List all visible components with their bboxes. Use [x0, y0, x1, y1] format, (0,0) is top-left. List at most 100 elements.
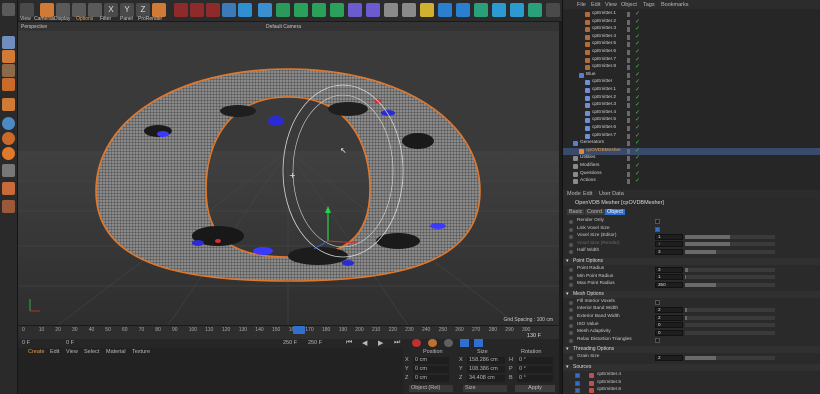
camera-label[interactable]: Default Camera	[266, 24, 301, 30]
attribute-value-field[interactable]: 0	[655, 322, 683, 329]
visibility-dots-icon[interactable]	[627, 103, 630, 109]
model-mode-icon[interactable]	[2, 50, 15, 63]
render-region-icon[interactable]	[190, 3, 204, 17]
attribute-value-field[interactable]: 3	[655, 248, 683, 255]
enabled-check-icon[interactable]: ✓	[635, 124, 640, 131]
attr-menu-edit[interactable]: Edit	[583, 191, 592, 197]
attribute-value-field[interactable]: 1	[655, 274, 683, 281]
enabled-check-icon[interactable]: ✓	[635, 170, 640, 177]
snap-icon[interactable]	[2, 147, 15, 160]
attribute-value-field[interactable]: 2	[655, 306, 683, 313]
object-tree-item[interactable]: Blue ✓	[563, 72, 820, 79]
visibility-dots-icon[interactable]	[627, 156, 630, 162]
attr-menu-mode[interactable]: Mode	[567, 191, 581, 197]
enabled-check-icon[interactable]: ✓	[635, 109, 640, 116]
start-frame-field[interactable]: 0 F	[22, 340, 30, 346]
xparticles-emitter-icon[interactable]	[438, 3, 452, 17]
collapse-arrow-icon[interactable]: ▾	[566, 291, 569, 297]
coord-position-field[interactable]: 0 cm	[413, 375, 449, 382]
timeline[interactable]: 0102030405060708090100110120130140150160…	[18, 325, 559, 339]
visibility-dots-icon[interactable]	[627, 65, 630, 71]
attribute-value-field[interactable]: 350	[655, 281, 683, 288]
material-menu-create[interactable]: Create	[28, 349, 45, 355]
playhead[interactable]	[293, 326, 305, 334]
section-header[interactable]: ▾ Threading Options	[563, 346, 820, 354]
collapse-arrow-icon[interactable]: ▾	[566, 364, 569, 370]
record-icon[interactable]	[412, 339, 421, 347]
animation-dot-icon[interactable]	[569, 235, 573, 240]
enabled-check-icon[interactable]: ✓	[635, 94, 640, 101]
enabled-check-icon[interactable]: ✓	[635, 154, 640, 161]
object-tree-item[interactable]: cpEmitter ✓	[563, 79, 820, 86]
attribute-slider[interactable]	[685, 355, 775, 360]
xparticles-action-icon[interactable]	[510, 3, 524, 17]
material-menu-material[interactable]: Material	[106, 349, 126, 355]
viewport[interactable]: Perspective Default Camera + ↖ Grid Spac…	[18, 22, 559, 325]
animation-dot-icon[interactable]	[569, 275, 573, 280]
attribute-checkbox[interactable]	[655, 337, 660, 343]
om-menu-edit[interactable]: Edit	[591, 2, 600, 8]
enabled-check-icon[interactable]: ✓	[635, 40, 640, 47]
visibility-dots-icon[interactable]	[627, 133, 630, 139]
visibility-dots-icon[interactable]	[627, 57, 630, 63]
live-selection-icon[interactable]	[40, 3, 54, 17]
scale-icon[interactable]	[72, 3, 86, 17]
attribute-slider[interactable]	[685, 282, 775, 287]
attribute-value-field[interactable]: 1	[655, 241, 683, 248]
animation-dot-icon[interactable]	[569, 316, 573, 320]
source-enabled-checkbox[interactable]	[575, 388, 580, 394]
object-tree-item[interactable]: cpEmitter.2 ✓	[563, 19, 820, 26]
edge-mode-icon[interactable]	[2, 98, 15, 111]
source-enabled-checkbox[interactable]	[575, 373, 580, 378]
deformer-icon[interactable]	[348, 3, 362, 17]
enabled-check-icon[interactable]: ✓	[635, 33, 640, 40]
visibility-dots-icon[interactable]	[627, 95, 630, 101]
play-icon[interactable]: ▶	[378, 339, 383, 347]
coord-rotation-field[interactable]: 0 °	[517, 366, 553, 373]
coord-size-select[interactable]: Size	[463, 385, 507, 392]
render-view-icon[interactable]	[174, 3, 188, 17]
coord-position-field[interactable]: 0 cm	[413, 357, 449, 364]
om-menu-tags[interactable]: Tags	[643, 2, 655, 8]
enabled-check-icon[interactable]: ✓	[635, 10, 640, 17]
enabled-check-icon[interactable]: ✓	[635, 132, 640, 139]
enabled-check-icon[interactable]: ✓	[635, 18, 640, 25]
visibility-dots-icon[interactable]	[627, 148, 630, 154]
object-tree-item[interactable]: cpEmitter.7 ✓	[563, 57, 820, 64]
enabled-check-icon[interactable]: ✓	[635, 71, 640, 78]
attribute-value-field[interactable]: 3	[655, 266, 683, 273]
coordinate-system-icon[interactable]	[152, 3, 166, 17]
cloner-icon[interactable]	[330, 3, 344, 17]
section-header[interactable]: ▾ Mesh Options	[563, 290, 820, 298]
position-key-icon[interactable]	[460, 339, 469, 347]
enabled-check-icon[interactable]: ✓	[635, 177, 640, 184]
object-tree-item[interactable]: cpEmitter.6 ✓	[563, 49, 820, 56]
object-tree-item[interactable]: cpEmitter.2 ✓	[563, 95, 820, 102]
camera-icon[interactable]	[402, 3, 416, 17]
object-tree-item[interactable]: cpEmitter.5 ✓	[563, 117, 820, 124]
visibility-dots-icon[interactable]	[627, 42, 630, 48]
go-to-start-icon[interactable]: ⏮	[346, 339, 352, 347]
object-tree-item[interactable]: cpEmitter.5 ✓	[563, 41, 820, 48]
enabled-check-icon[interactable]: ✓	[635, 63, 640, 70]
render-picture-viewer-icon[interactable]	[206, 3, 220, 17]
visibility-dots-icon[interactable]	[627, 50, 630, 55]
enabled-check-icon[interactable]: ✓	[635, 147, 640, 154]
collapse-arrow-icon[interactable]: ▾	[566, 346, 569, 352]
coord-rotation-field[interactable]: 0 °	[517, 375, 553, 382]
enabled-check-icon[interactable]: ✓	[635, 56, 640, 63]
coord-size-field[interactable]: 108.386 cm	[467, 366, 505, 373]
attr-menu-user-data[interactable]: User Data	[599, 191, 624, 197]
enabled-check-icon[interactable]: ✓	[635, 162, 640, 169]
attribute-value-field[interactable]: 1	[655, 233, 683, 240]
attribute-value-field[interactable]: 2	[655, 354, 683, 361]
enabled-check-icon[interactable]: ✓	[635, 139, 640, 146]
om-menu-view[interactable]: View	[605, 2, 617, 8]
animation-dot-icon[interactable]	[569, 323, 573, 328]
y-axis-button[interactable]: Y	[120, 3, 134, 17]
rotate-icon[interactable]	[88, 3, 102, 17]
attribute-checkbox[interactable]	[655, 219, 660, 224]
prev-key-icon[interactable]: ◀	[362, 339, 367, 347]
animation-dot-icon[interactable]	[569, 220, 573, 224]
animation-dot-icon[interactable]	[569, 250, 573, 255]
